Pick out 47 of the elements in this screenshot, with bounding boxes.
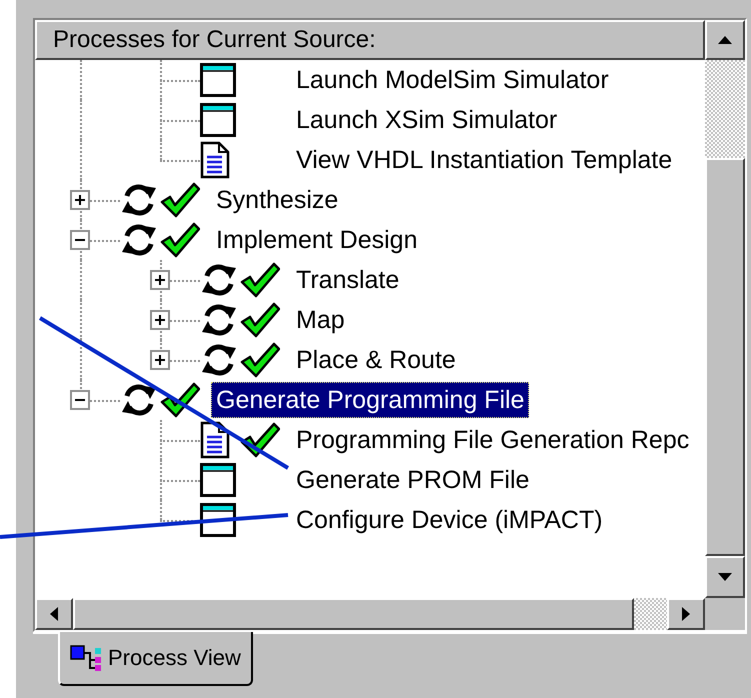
collapse-toggle[interactable] (70, 390, 90, 410)
refresh-icon (120, 182, 158, 218)
right-arrow-icon (681, 606, 691, 622)
window-icon (200, 63, 236, 97)
scroll-up-button[interactable] (705, 20, 745, 60)
process-item[interactable]: Place & Route (291, 342, 461, 378)
scroll-right-button[interactable] (667, 598, 705, 630)
process-item[interactable]: Launch ModelSim Simulator (291, 62, 614, 98)
view-tab[interactable]: Process View (58, 632, 253, 686)
expand-toggle[interactable] (150, 310, 170, 330)
plus-icon (153, 273, 167, 287)
expand-toggle[interactable] (150, 350, 170, 370)
window-icon (200, 103, 236, 137)
window-icon (200, 463, 236, 497)
refresh-icon (200, 302, 238, 338)
scrollbar-thumb[interactable] (73, 598, 634, 630)
refresh-icon (120, 222, 158, 258)
refresh-icon (200, 342, 238, 378)
plus-icon (153, 313, 167, 327)
down-arrow-icon (717, 572, 733, 582)
collapse-toggle[interactable] (70, 230, 90, 250)
refresh-icon (120, 382, 158, 418)
expand-toggle[interactable] (150, 270, 170, 290)
process-item[interactable]: Programming File Generation Repc (291, 422, 694, 458)
process-item[interactable]: Synthesize (211, 182, 344, 218)
document-icon (200, 421, 230, 459)
process-item[interactable]: View VHDL Instantiation Template (291, 142, 678, 178)
process-item[interactable]: Translate (291, 262, 404, 298)
document-icon (200, 141, 230, 179)
panel-header: Processes for Current Source: (35, 20, 705, 60)
process-item[interactable]: Generate PROM File (291, 462, 534, 498)
hierarchy-icon (70, 644, 104, 672)
scrollbar-thumb[interactable] (705, 158, 745, 556)
process-item[interactable]: Map (291, 302, 350, 338)
process-item[interactable]: Implement Design (211, 222, 422, 258)
refresh-icon (200, 262, 238, 298)
scrollbar-corner (705, 598, 745, 630)
scroll-left-button[interactable] (35, 598, 73, 630)
expand-toggle[interactable] (70, 190, 90, 210)
up-arrow-icon (717, 35, 733, 45)
process-item[interactable]: Launch XSim Simulator (291, 102, 562, 138)
process-item[interactable]: Configure Device (iMPACT) (291, 502, 608, 538)
left-arrow-icon (49, 606, 59, 622)
plus-icon (73, 193, 87, 207)
scroll-down-button[interactable] (705, 556, 745, 598)
process-item[interactable]: Generate Programming File (211, 382, 530, 418)
plus-icon (153, 353, 167, 367)
